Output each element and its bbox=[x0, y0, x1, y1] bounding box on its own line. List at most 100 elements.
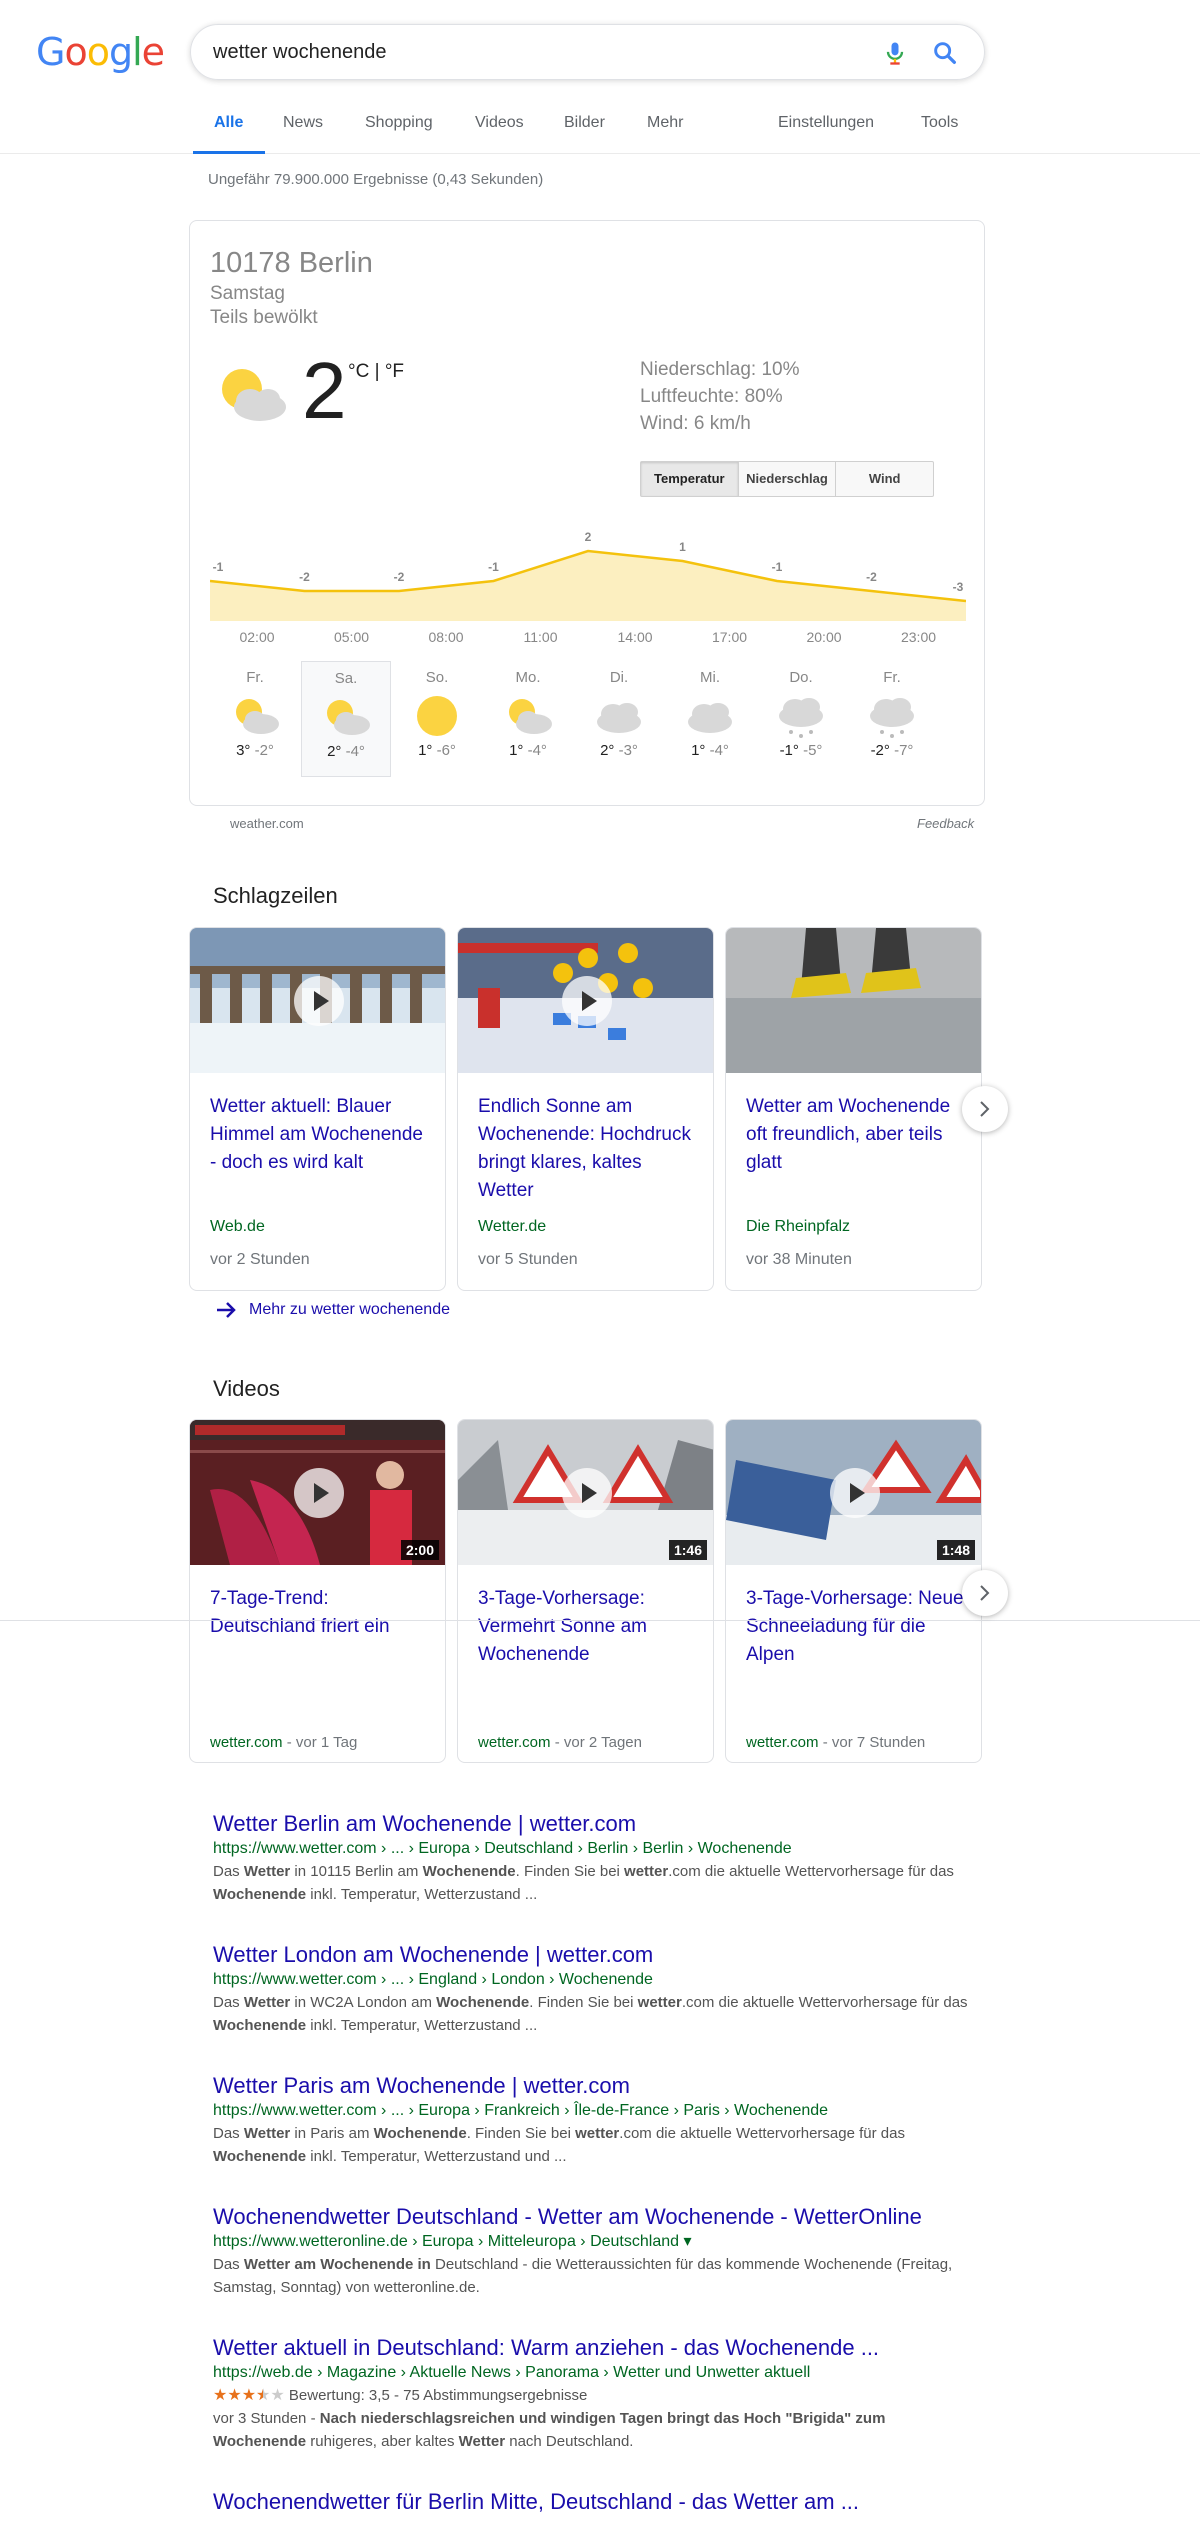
star-rating-icon: ★★★★ ★ ★ bbox=[213, 2387, 285, 2404]
temperature-label: -1 bbox=[772, 560, 783, 574]
feedback-link[interactable]: Feedback bbox=[917, 816, 974, 831]
tab-tools[interactable]: Tools bbox=[921, 114, 958, 154]
microphone-icon[interactable] bbox=[881, 39, 909, 67]
news-source: Web.de bbox=[210, 1218, 265, 1235]
partly-cloudy-icon bbox=[327, 700, 370, 735]
weather-humidity: Luftfeuchte: 80% bbox=[640, 386, 783, 407]
wind-button[interactable]: Wind bbox=[836, 462, 933, 496]
video-age: - vor 2 Tagen bbox=[550, 1734, 642, 1751]
result-title[interactable]: Wochenendwetter Deutschland - Wetter am … bbox=[213, 2203, 973, 2231]
forecast-high: 2° bbox=[600, 742, 615, 759]
rating-text: Bewertung: 3,5 - 75 Abstimmungsergebniss… bbox=[288, 2387, 588, 2404]
search-input[interactable] bbox=[213, 37, 863, 67]
tab-images[interactable]: Bilder bbox=[564, 114, 605, 154]
more-news-label: Mehr zu wetter wochenende bbox=[249, 1301, 450, 1319]
search-result: Wochenendwetter Deutschland - Wetter am … bbox=[213, 2203, 973, 2299]
forecast-day[interactable]: Mo. 1° -4° bbox=[483, 661, 573, 777]
temperature-unit-toggle[interactable]: °C | °F bbox=[348, 361, 404, 383]
video-age: - vor 7 Stunden bbox=[818, 1734, 926, 1751]
result-title[interactable]: Wochenendwetter für Berlin Mitte, Deutsc… bbox=[213, 2488, 973, 2516]
temperature-label: -2 bbox=[394, 570, 405, 584]
result-title[interactable]: Wetter Paris am Wochenende | wetter.com bbox=[213, 2072, 973, 2100]
forecast-day-name: Fr. bbox=[246, 669, 264, 686]
tab-shopping[interactable]: Shopping bbox=[365, 114, 433, 154]
tab-all[interactable]: Alle bbox=[193, 114, 265, 154]
forecast-day-name: So. bbox=[425, 669, 449, 686]
result-title[interactable]: Wetter London am Wochenende | wetter.com bbox=[213, 1941, 973, 1969]
result-stats: Ungefähr 79.900.000 Ergebnisse (0,43 Sek… bbox=[208, 171, 544, 188]
temperature-button[interactable]: Temperatur bbox=[641, 462, 739, 496]
result-snippet: Das Wetter am Wochenende in Deutschland … bbox=[213, 2256, 953, 2296]
temperature-label: -2 bbox=[299, 570, 310, 584]
result-url[interactable]: https://www.wetteronline.de › Europa › M… bbox=[213, 2231, 973, 2253]
video-duration: 1:46 bbox=[668, 1540, 707, 1560]
tab-more[interactable]: Mehr bbox=[647, 114, 683, 154]
forecast-day[interactable]: Fr. 3° -2° bbox=[210, 661, 300, 777]
forecast-day[interactable]: Fr. -2° -7° bbox=[847, 661, 937, 777]
videos-next-button[interactable] bbox=[962, 1570, 1008, 1616]
time-label: 02:00 bbox=[239, 629, 275, 645]
precipitation-button[interactable]: Niederschlag bbox=[739, 462, 837, 496]
result-snippet: vor 3 Stunden - Nach niederschlagsreiche… bbox=[213, 2410, 886, 2450]
result-url[interactable]: https://www.wetter.com › ... › Europa › … bbox=[213, 1838, 973, 1860]
search-box[interactable] bbox=[190, 24, 985, 80]
news-card[interactable]: Wetter aktuell: Blauer Himmel am Wochene… bbox=[189, 927, 446, 1291]
forecast-day-name: Fr. bbox=[883, 669, 901, 686]
forecast-day-name: Mo. bbox=[515, 669, 541, 686]
weather-chart-selector: Temperatur Niederschlag Wind bbox=[640, 461, 934, 497]
temperature-label: 2 bbox=[585, 530, 592, 544]
video-card[interactable]: 2:00 7-Tage-Trend: Deutschland friert ei… bbox=[189, 1419, 446, 1763]
time-label: 08:00 bbox=[428, 629, 464, 645]
forecast-temps: -1° -5° bbox=[756, 742, 846, 759]
news-title[interactable]: Wetter aktuell: Blauer Himmel am Wochene… bbox=[210, 1093, 432, 1177]
time-label: 20:00 bbox=[806, 629, 842, 645]
search-icon[interactable] bbox=[931, 39, 959, 67]
video-meta: wetter.com - vor 7 Stunden bbox=[746, 1734, 925, 1751]
temperature-area bbox=[210, 551, 966, 621]
cloudy-icon bbox=[688, 703, 732, 733]
forecast-high: 3° bbox=[236, 742, 251, 759]
result-title[interactable]: Wetter aktuell in Deutschland: Warm anzi… bbox=[213, 2334, 973, 2362]
news-title[interactable]: Wetter am Wochenende oft freundlich, abe… bbox=[746, 1093, 968, 1177]
video-duration: 2:00 bbox=[400, 1540, 439, 1560]
news-card[interactable]: Wetter am Wochenende oft freundlich, abe… bbox=[725, 927, 982, 1291]
tab-news[interactable]: News bbox=[283, 114, 323, 154]
time-label: 05:00 bbox=[333, 629, 370, 645]
video-title[interactable]: 3-Tage-Vorhersage: Neue Schneeladung für… bbox=[746, 1585, 968, 1669]
video-card[interactable]: 1:48 3-Tage-Vorhersage: Neue Schneeladun… bbox=[725, 1419, 982, 1763]
forecast-day[interactable]: Sa. 2° -4° bbox=[301, 661, 391, 777]
time-label: 23:00 bbox=[900, 629, 937, 645]
forecast-day[interactable]: So. 1° -6° bbox=[392, 661, 482, 777]
video-title[interactable]: 7-Tage-Trend: Deutschland friert ein bbox=[210, 1585, 432, 1641]
video-age: - vor 1 Tag bbox=[282, 1734, 358, 1751]
temperature-label: -1 bbox=[213, 560, 224, 574]
chart-time-axis: 02:00 05:00 08:00 11:00 14:00 17:00 20:00 23:00 bbox=[210, 629, 966, 649]
forecast-high: -1° bbox=[779, 742, 799, 759]
news-title[interactable]: Endlich Sonne am Wochenende: Hochdruck b… bbox=[478, 1093, 700, 1205]
tab-settings[interactable]: Einstellungen bbox=[778, 114, 874, 154]
temperature-label: -1 bbox=[488, 560, 499, 574]
headlines-next-button[interactable] bbox=[962, 1086, 1008, 1132]
time-label: 17:00 bbox=[711, 629, 748, 645]
result-title[interactable]: Wetter Berlin am Wochenende | wetter.com bbox=[213, 1810, 973, 1838]
more-news-link[interactable]: Mehr zu wetter wochenende bbox=[215, 1301, 450, 1319]
time-label: 11:00 bbox=[523, 629, 558, 645]
news-card[interactable]: Endlich Sonne am Wochenende: Hochdruck b… bbox=[457, 927, 714, 1291]
result-url[interactable]: https://www.wetter.com › ... › England ›… bbox=[213, 1969, 973, 1991]
cloudy-icon bbox=[597, 703, 641, 733]
partly-cloudy-icon bbox=[222, 369, 286, 421]
forecast-high: 1° bbox=[509, 742, 524, 759]
weather-source[interactable]: weather.com bbox=[230, 816, 304, 831]
video-title[interactable]: 3-Tage-Vorhersage: Vermehrt Sonne am Woc… bbox=[478, 1585, 700, 1669]
forecast-day[interactable]: Di. 2° -3° bbox=[574, 661, 664, 777]
result-rating: ★★★★ ★ ★ Bewertung: 3,5 - 75 Abstimmungser… bbox=[213, 2384, 973, 2407]
video-source: wetter.com bbox=[746, 1734, 819, 1751]
tab-videos[interactable]: Videos bbox=[475, 114, 524, 154]
result-url[interactable]: https://www.wetter.com › ... › Europa › … bbox=[213, 2100, 973, 2122]
search-tabs: Alle News Shopping Videos Bilder Mehr Ei… bbox=[0, 100, 1200, 154]
video-card[interactable]: 1:46 3-Tage-Vorhersage: Vermehrt Sonne a… bbox=[457, 1419, 714, 1763]
forecast-day[interactable]: Do. -1° -5° bbox=[756, 661, 846, 777]
result-url[interactable]: https://web.de › Magazine › Aktuelle New… bbox=[213, 2362, 973, 2384]
google-logo[interactable]: Google bbox=[36, 30, 165, 74]
forecast-day[interactable]: Mi. 1° -4° bbox=[665, 661, 755, 777]
